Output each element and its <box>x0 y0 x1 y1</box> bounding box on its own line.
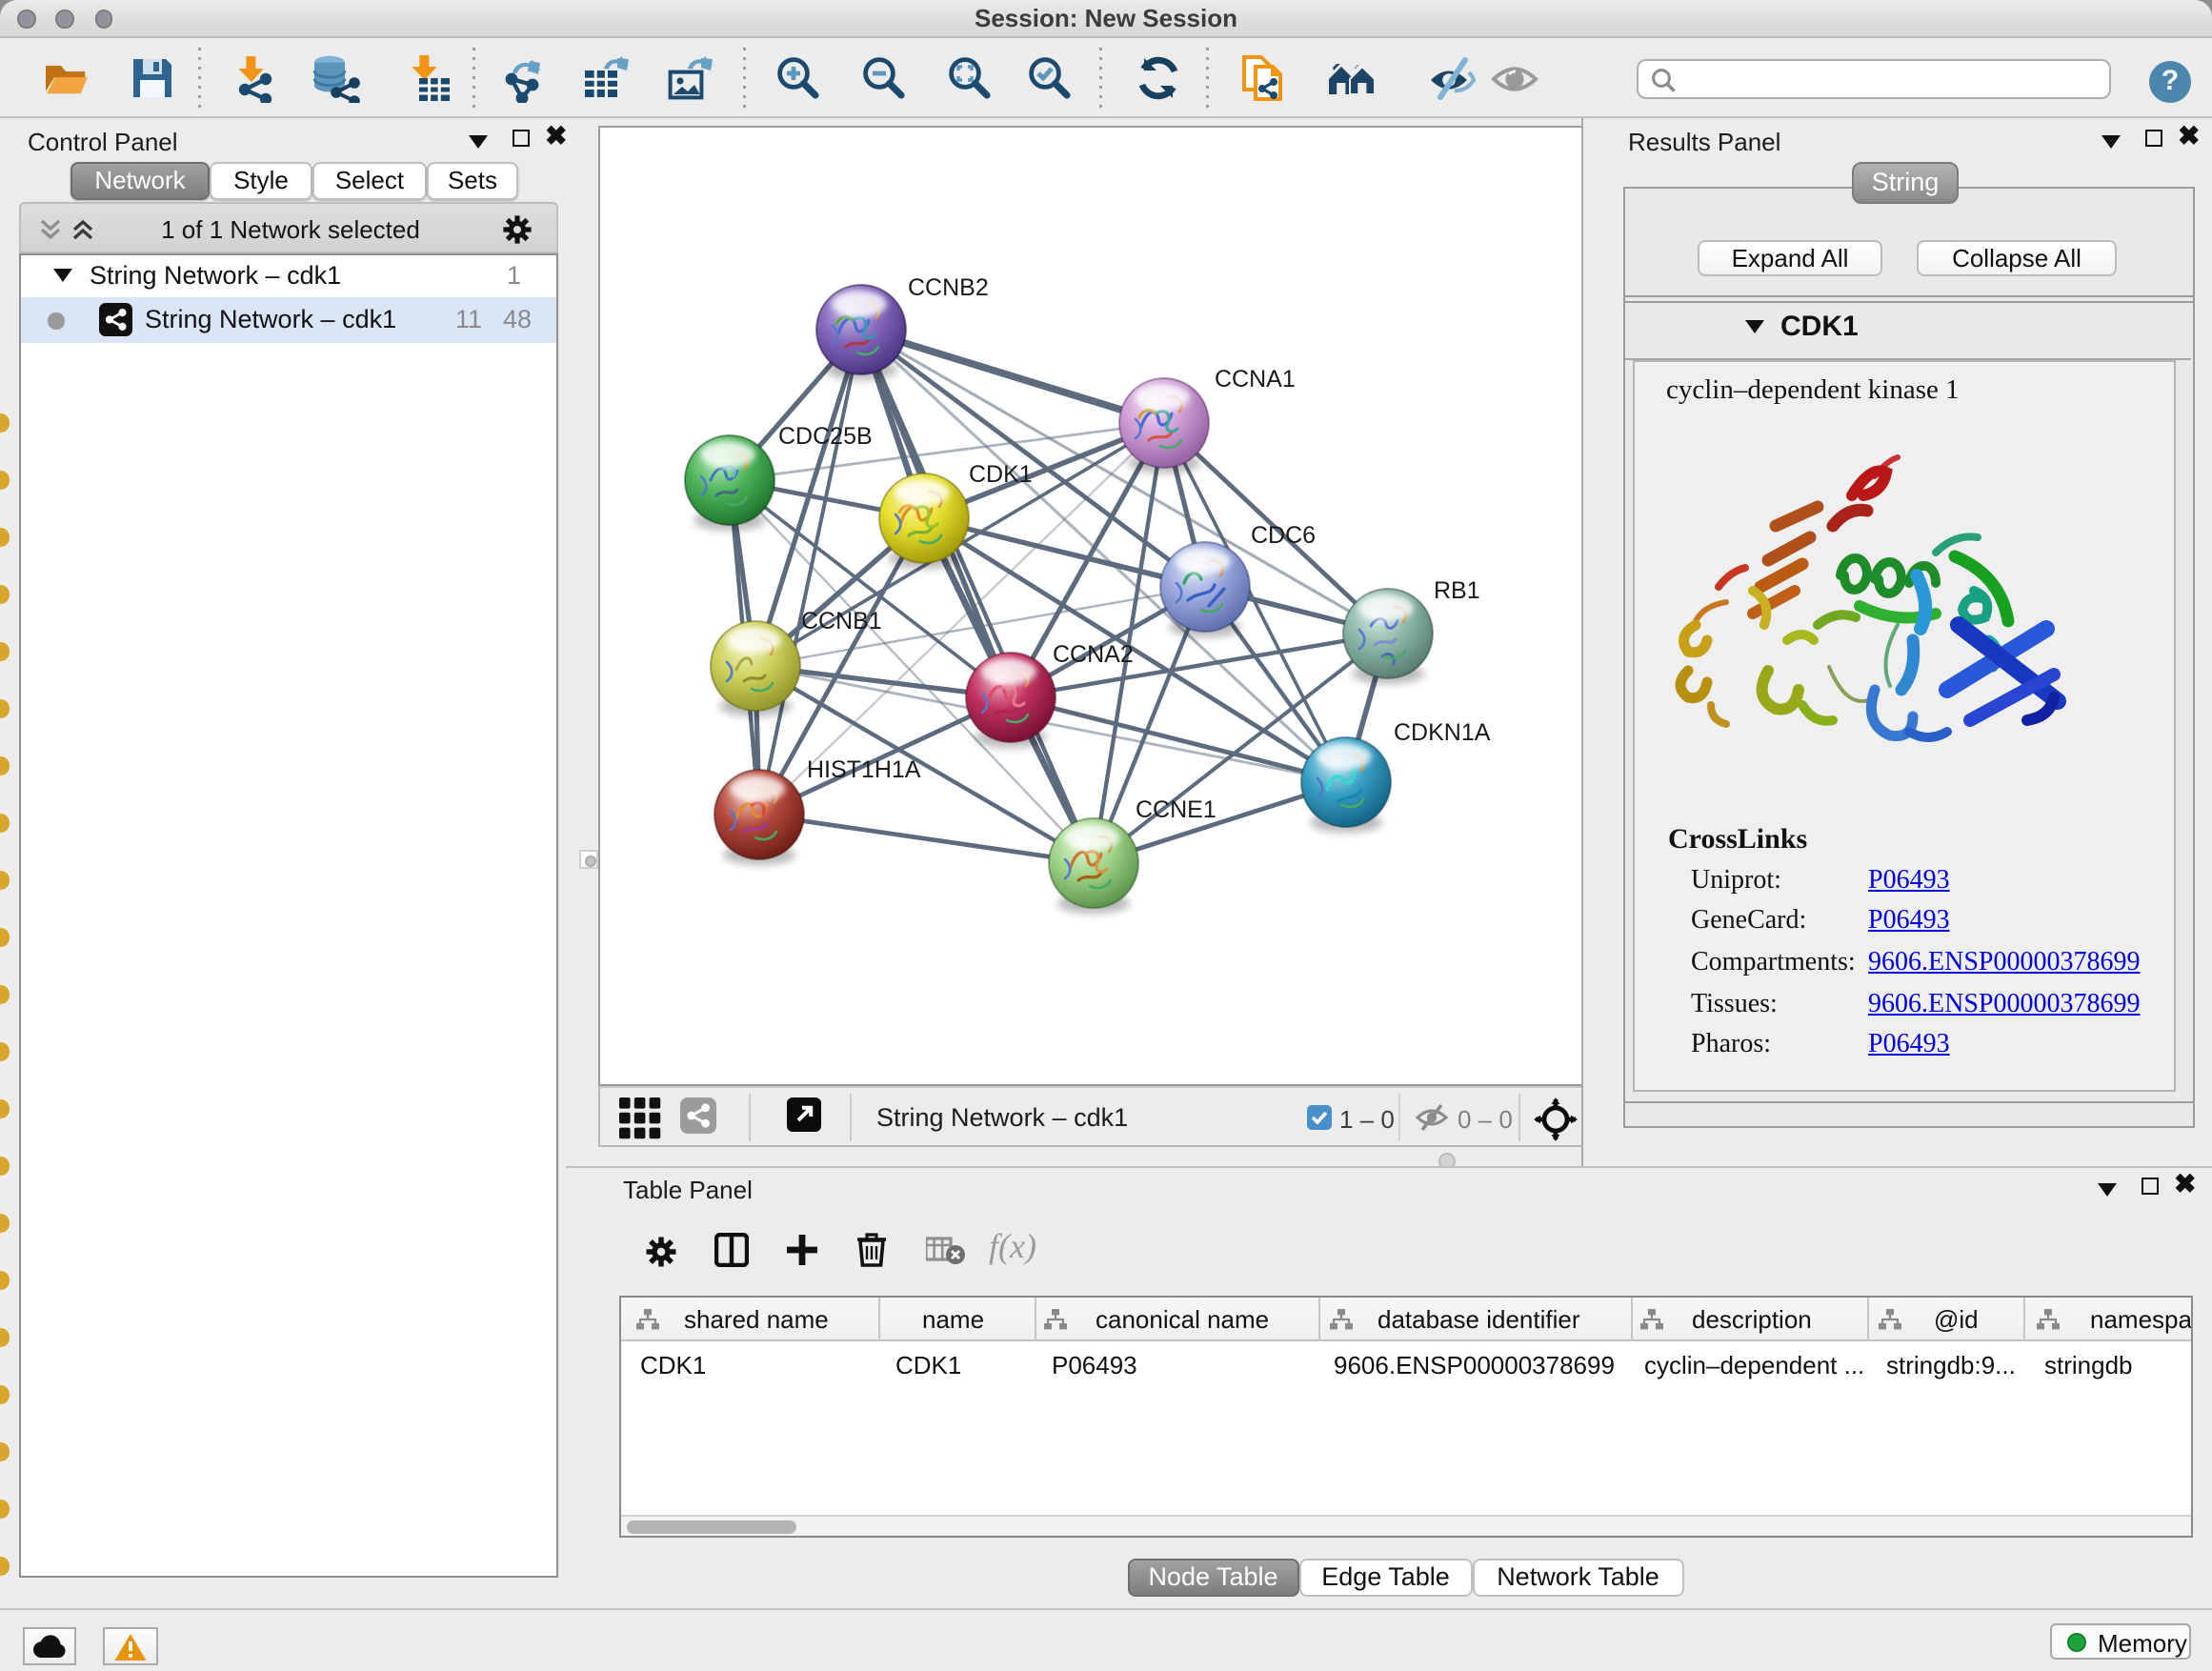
svg-text:HIST1H1A: HIST1H1A <box>807 756 921 783</box>
svg-text:CCNB1: CCNB1 <box>801 608 882 634</box>
svg-text:CDC6: CDC6 <box>1251 522 1316 549</box>
svg-text:RB1: RB1 <box>1434 577 1480 604</box>
svg-text:CDC25B: CDC25B <box>778 423 873 450</box>
svg-text:CCNA2: CCNA2 <box>1053 641 1134 668</box>
svg-text:CCNB2: CCNB2 <box>908 274 989 301</box>
svg-text:CDK1: CDK1 <box>969 461 1033 488</box>
svg-text:CCNE1: CCNE1 <box>1136 796 1217 823</box>
svg-text:CDKN1A: CDKN1A <box>1394 719 1491 746</box>
svg-text:CCNA1: CCNA1 <box>1215 366 1296 393</box>
